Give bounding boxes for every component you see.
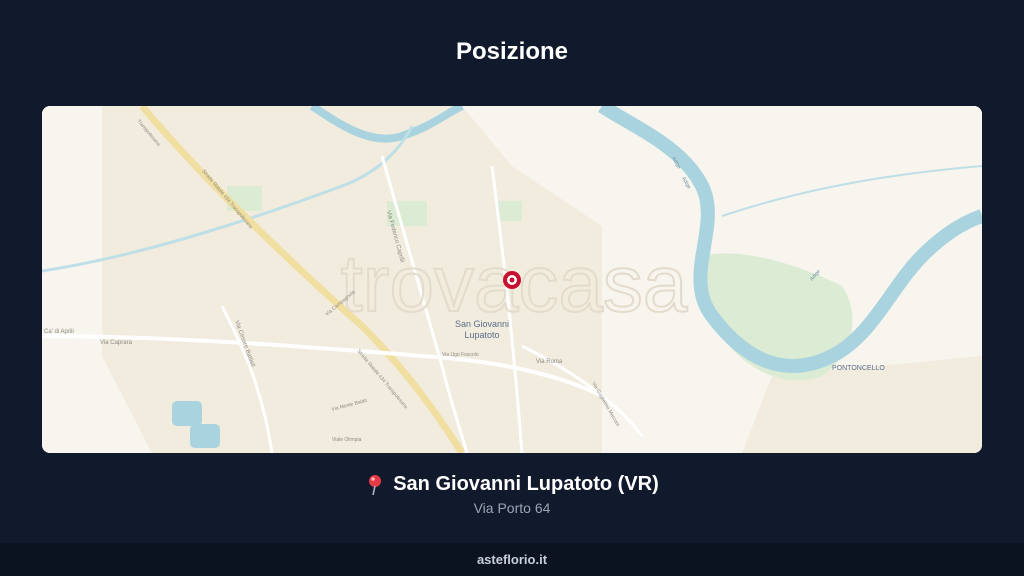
location-city: San Giovanni Lupatoto (VR) — [393, 473, 659, 495]
map-label-district: PONTONCELLO — [832, 365, 885, 372]
pushpin-icon — [369, 474, 382, 495]
location-address: Via Porto 64 — [473, 500, 551, 516]
footer-site[interactable]: asteflorio.it — [477, 552, 547, 567]
map-label-town: San Giovanni — [455, 319, 509, 329]
page-title: Posizione — [455, 38, 569, 65]
location-marker-icon[interactable] — [503, 271, 521, 289]
pond-1 — [172, 401, 202, 426]
footer: asteflorio.it — [0, 543, 1024, 576]
pond-2 — [190, 424, 220, 448]
map-label-town2: Lupatoto — [464, 330, 499, 340]
map-canvas[interactable]: trovacasa San Giovanni Lupatoto PONTONCE… — [42, 106, 982, 453]
location-info: San Giovanni Lupatoto (VR) — [0, 473, 1024, 496]
map-label-via-ugo: Via Ugo Foscolo — [442, 352, 479, 358]
map-label-via-roma: Via Roma — [536, 359, 563, 365]
map-label-via-caprara: Via Caprara — [100, 340, 133, 346]
green-field-2 — [497, 201, 522, 221]
map-label-ca-aprili: Ca' di Aprili — [44, 329, 74, 335]
map-view[interactable]: trovacasa San Giovanni Lupatoto PONTONCE… — [42, 106, 982, 453]
map-label-viale-olimpia: Viale Olimpia — [332, 437, 362, 443]
